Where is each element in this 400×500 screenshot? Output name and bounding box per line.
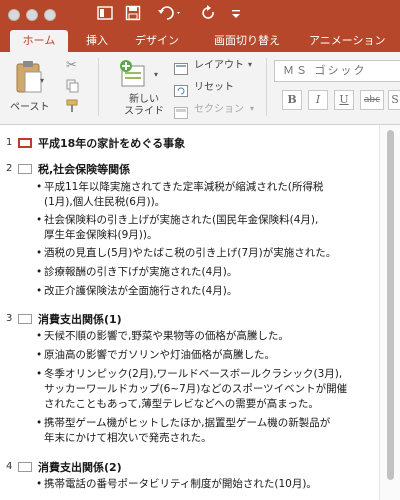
section-dropdown-icon[interactable]: ▾ (250, 104, 254, 113)
slide-title[interactable]: 税,社会保険等関係 (38, 161, 130, 177)
section-icon (174, 104, 188, 123)
section-button[interactable]: セクション (194, 103, 244, 117)
bullet-text[interactable]: されたこともあって,薄型テレビなどへの需要が高まった。 (44, 397, 319, 412)
bullet-marker: • (36, 349, 43, 361)
slide-title[interactable]: 消費支出関係(1) (38, 311, 122, 327)
bullet-text[interactable]: 診療報酬の引き下げが実施された(4月)。 (44, 265, 237, 280)
slide-thumbnail-icon[interactable] (18, 314, 32, 324)
slide-title[interactable]: 消費支出関係(2) (38, 459, 122, 475)
layout-icon (174, 60, 188, 79)
layout-button[interactable]: レイアウト (194, 59, 244, 73)
bullet-text[interactable]: 平成11年以降実施されてきた定率減税が縮減された(所得税 (44, 180, 323, 195)
slide-number: 2 (6, 163, 13, 174)
bullet-marker: • (36, 330, 43, 342)
title-bar (0, 0, 400, 30)
slide-thumbnail-icon[interactable] (18, 164, 32, 174)
underline-button[interactable]: U (334, 90, 354, 110)
scrollbar-thumb[interactable] (387, 130, 394, 480)
tab-insert[interactable]: 挿入 (86, 30, 108, 52)
bullet-marker: • (36, 181, 43, 193)
close-window-button[interactable] (8, 9, 20, 21)
tab-home[interactable]: ホーム (10, 30, 68, 52)
zoom-window-button[interactable] (44, 9, 56, 21)
bullet-text[interactable]: 厚生年金保険料(9月))。 (44, 228, 157, 243)
bullet-text[interactable]: (1月),個人住民税(6月))。 (44, 195, 165, 210)
redo-icon[interactable] (200, 5, 218, 25)
slides-icon[interactable] (96, 5, 114, 25)
paste-dropdown-icon[interactable]: ▾ (40, 76, 44, 85)
undo-icon[interactable] (156, 5, 184, 25)
tab-design[interactable]: デザイン (135, 30, 179, 52)
ribbon: ペースト ▾ ✂ ▾ 新しい スライド レイアウト ▾ リセット セクション ▾… (0, 52, 400, 125)
bullet-text[interactable]: 冬季オリンピック(2月),ワールドベースボールクラシック(3月), (44, 367, 342, 382)
tab-transitions[interactable]: 画面切り替え (214, 30, 280, 52)
bullet-text[interactable]: 天候不順の影響で,野菜や果物等の価格が高騰した。 (44, 329, 289, 344)
font-name-field[interactable]: ＭＳ ゴシック (274, 60, 400, 82)
new-slide-label-line1: 新しい (129, 94, 159, 105)
bullet-text[interactable]: 年末にかけて相次いで発売された。 (44, 431, 212, 446)
shadow-button[interactable]: S (388, 90, 400, 110)
slide-thumbnail-icon[interactable] (18, 138, 32, 148)
slide-title[interactable]: 平成18年の家計をめぐる事象 (38, 135, 185, 151)
bullet-text[interactable]: 原油高の影響でガソリンや灯油価格が高騰した。 (44, 348, 275, 363)
format-painter-icon[interactable] (66, 98, 82, 117)
slide-thumbnail-icon[interactable] (18, 462, 32, 472)
layout-dropdown-icon[interactable]: ▾ (248, 60, 252, 69)
reset-button[interactable]: リセット (194, 81, 234, 95)
slide-number: 1 (6, 137, 13, 148)
tab-animations[interactable]: アニメーション (309, 30, 386, 52)
new-slide-dropdown-icon[interactable]: ▾ (154, 70, 158, 79)
new-slide-button-label[interactable]: 新しい スライド (124, 94, 164, 118)
bullet-marker: • (36, 266, 43, 278)
bullet-marker: • (36, 285, 43, 297)
bullet-text[interactable]: 社会保険料の引き上げが実施された(国民年金保険料(4月), (44, 213, 318, 228)
italic-button[interactable]: I (308, 90, 328, 110)
ribbon-separator (98, 58, 99, 116)
customize-toolbar-icon[interactable] (230, 5, 242, 25)
bullet-marker: • (36, 417, 43, 429)
new-slide-label-line2: スライド (124, 106, 164, 117)
bullet-text[interactable]: 携帯型ゲーム機がヒットしたほか,据置型ゲーム機の新製品が (44, 416, 330, 431)
bullet-marker: • (36, 247, 43, 259)
paste-button-label[interactable]: ペースト (10, 98, 50, 113)
outline-pane[interactable]: 1 平成18年の家計をめぐる事象 2 税,社会保険等関係 • 平成11年以降実施… (0, 125, 400, 500)
bullet-text[interactable]: サッカーワールドカップ(6~7月)などのスポーツイベントが開催 (44, 382, 347, 397)
bullet-text[interactable]: 酒税の見直し(5月)やたばこ税の引き上げ(7月)が実施された。 (44, 246, 336, 261)
minimize-window-button[interactable] (26, 9, 38, 21)
ribbon-tabs: ホーム 挿入 デザイン 画面切り替え アニメーション (0, 30, 400, 52)
ribbon-separator (266, 58, 267, 116)
bold-button[interactable]: B (282, 90, 302, 110)
bullet-marker: • (36, 478, 43, 490)
save-icon[interactable] (124, 5, 142, 25)
reset-icon (174, 82, 188, 101)
slide-number: 3 (6, 313, 13, 324)
bullet-marker: • (36, 214, 43, 226)
bullet-text[interactable]: 改正介護保険法が全面施行された(4月)。 (44, 284, 237, 299)
slide-number: 4 (6, 461, 13, 472)
bullet-text[interactable]: 携帯電話の番号ポータビリティ制度が開始された(10月)。 (44, 477, 317, 492)
cut-icon[interactable]: ✂ (66, 58, 77, 73)
copy-icon[interactable] (66, 78, 80, 97)
strikethrough-button[interactable]: abc (360, 90, 384, 110)
bullet-marker: • (36, 368, 43, 380)
new-slide-icon[interactable] (118, 58, 148, 92)
